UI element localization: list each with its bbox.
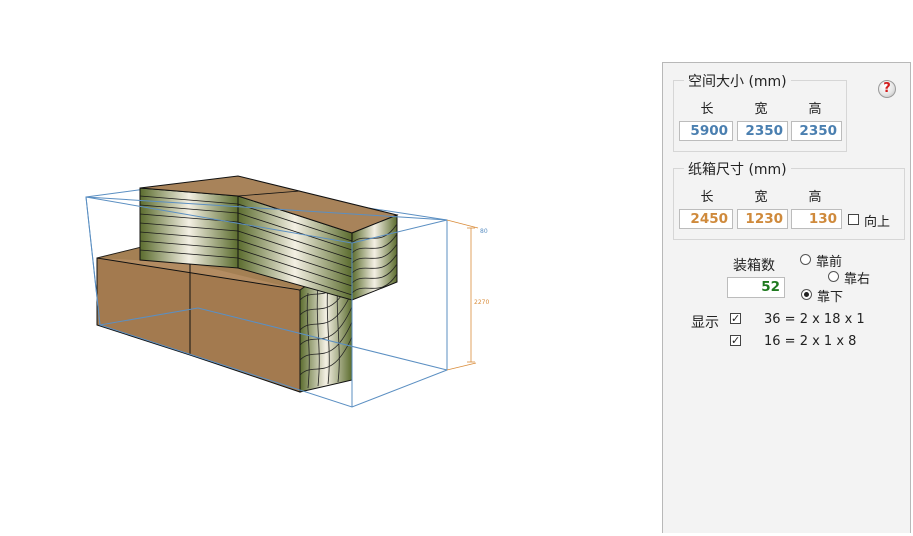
carton-size-title: 纸箱尺寸 (mm) bbox=[684, 159, 791, 179]
settings-panel: ? 空间大小 (mm) 长 宽 高 5900 2350 2350 纸箱尺寸 (m… bbox=[662, 62, 911, 533]
space-size-group: 空间大小 (mm) 长 宽 高 5900 2350 2350 bbox=[673, 71, 847, 152]
display-row-1-text: 36 = 2 x 18 x 1 bbox=[764, 312, 865, 327]
count-value: 52 bbox=[727, 277, 785, 298]
align-right-radio[interactable] bbox=[828, 271, 839, 282]
align-bottom-label: 靠下 bbox=[817, 290, 844, 305]
carton-length-input[interactable]: 2450 bbox=[679, 209, 733, 229]
height-dimension bbox=[446, 219, 479, 371]
carton-width-header: 宽 bbox=[754, 190, 768, 205]
align-front-radio[interactable] bbox=[800, 254, 811, 265]
display-row-2-text: 16 = 2 x 1 x 8 bbox=[764, 334, 857, 349]
display-row-1-checkbox[interactable]: ✓ bbox=[730, 313, 741, 324]
display-label: 显示 bbox=[691, 315, 719, 331]
dimension-top-label: 80 bbox=[480, 228, 488, 235]
carton-width-input[interactable]: 1230 bbox=[737, 209, 788, 229]
upright-label: 向上 bbox=[864, 215, 891, 230]
upright-checkbox[interactable] bbox=[848, 214, 859, 225]
display-row-2-checkbox[interactable]: ✓ bbox=[730, 335, 741, 346]
space-height-input[interactable]: 2350 bbox=[791, 121, 842, 141]
align-front-label: 靠前 bbox=[816, 255, 843, 270]
align-right-label: 靠右 bbox=[844, 272, 871, 287]
align-bottom-radio[interactable] bbox=[801, 289, 812, 300]
carton-height-input[interactable]: 130 bbox=[791, 209, 842, 229]
space-size-title: 空间大小 (mm) bbox=[684, 71, 791, 91]
3d-viewport[interactable]: 80 2270 bbox=[0, 0, 662, 532]
space-width-header: 宽 bbox=[754, 102, 768, 117]
space-length-input[interactable]: 5900 bbox=[679, 121, 733, 141]
dimension-side-label: 2270 bbox=[474, 299, 489, 306]
space-height-header: 高 bbox=[808, 102, 822, 117]
help-icon[interactable]: ? bbox=[878, 80, 896, 98]
carton-height-header: 高 bbox=[808, 190, 822, 205]
count-label: 装箱数 bbox=[733, 258, 775, 274]
space-length-header: 长 bbox=[700, 102, 714, 117]
space-width-input[interactable]: 2350 bbox=[737, 121, 788, 141]
container-3d-view: 80 2270 bbox=[85, 175, 489, 408]
carton-length-header: 长 bbox=[700, 190, 714, 205]
carton-size-group: 纸箱尺寸 (mm) 长 宽 高 2450 1230 130 向上 bbox=[673, 159, 905, 240]
